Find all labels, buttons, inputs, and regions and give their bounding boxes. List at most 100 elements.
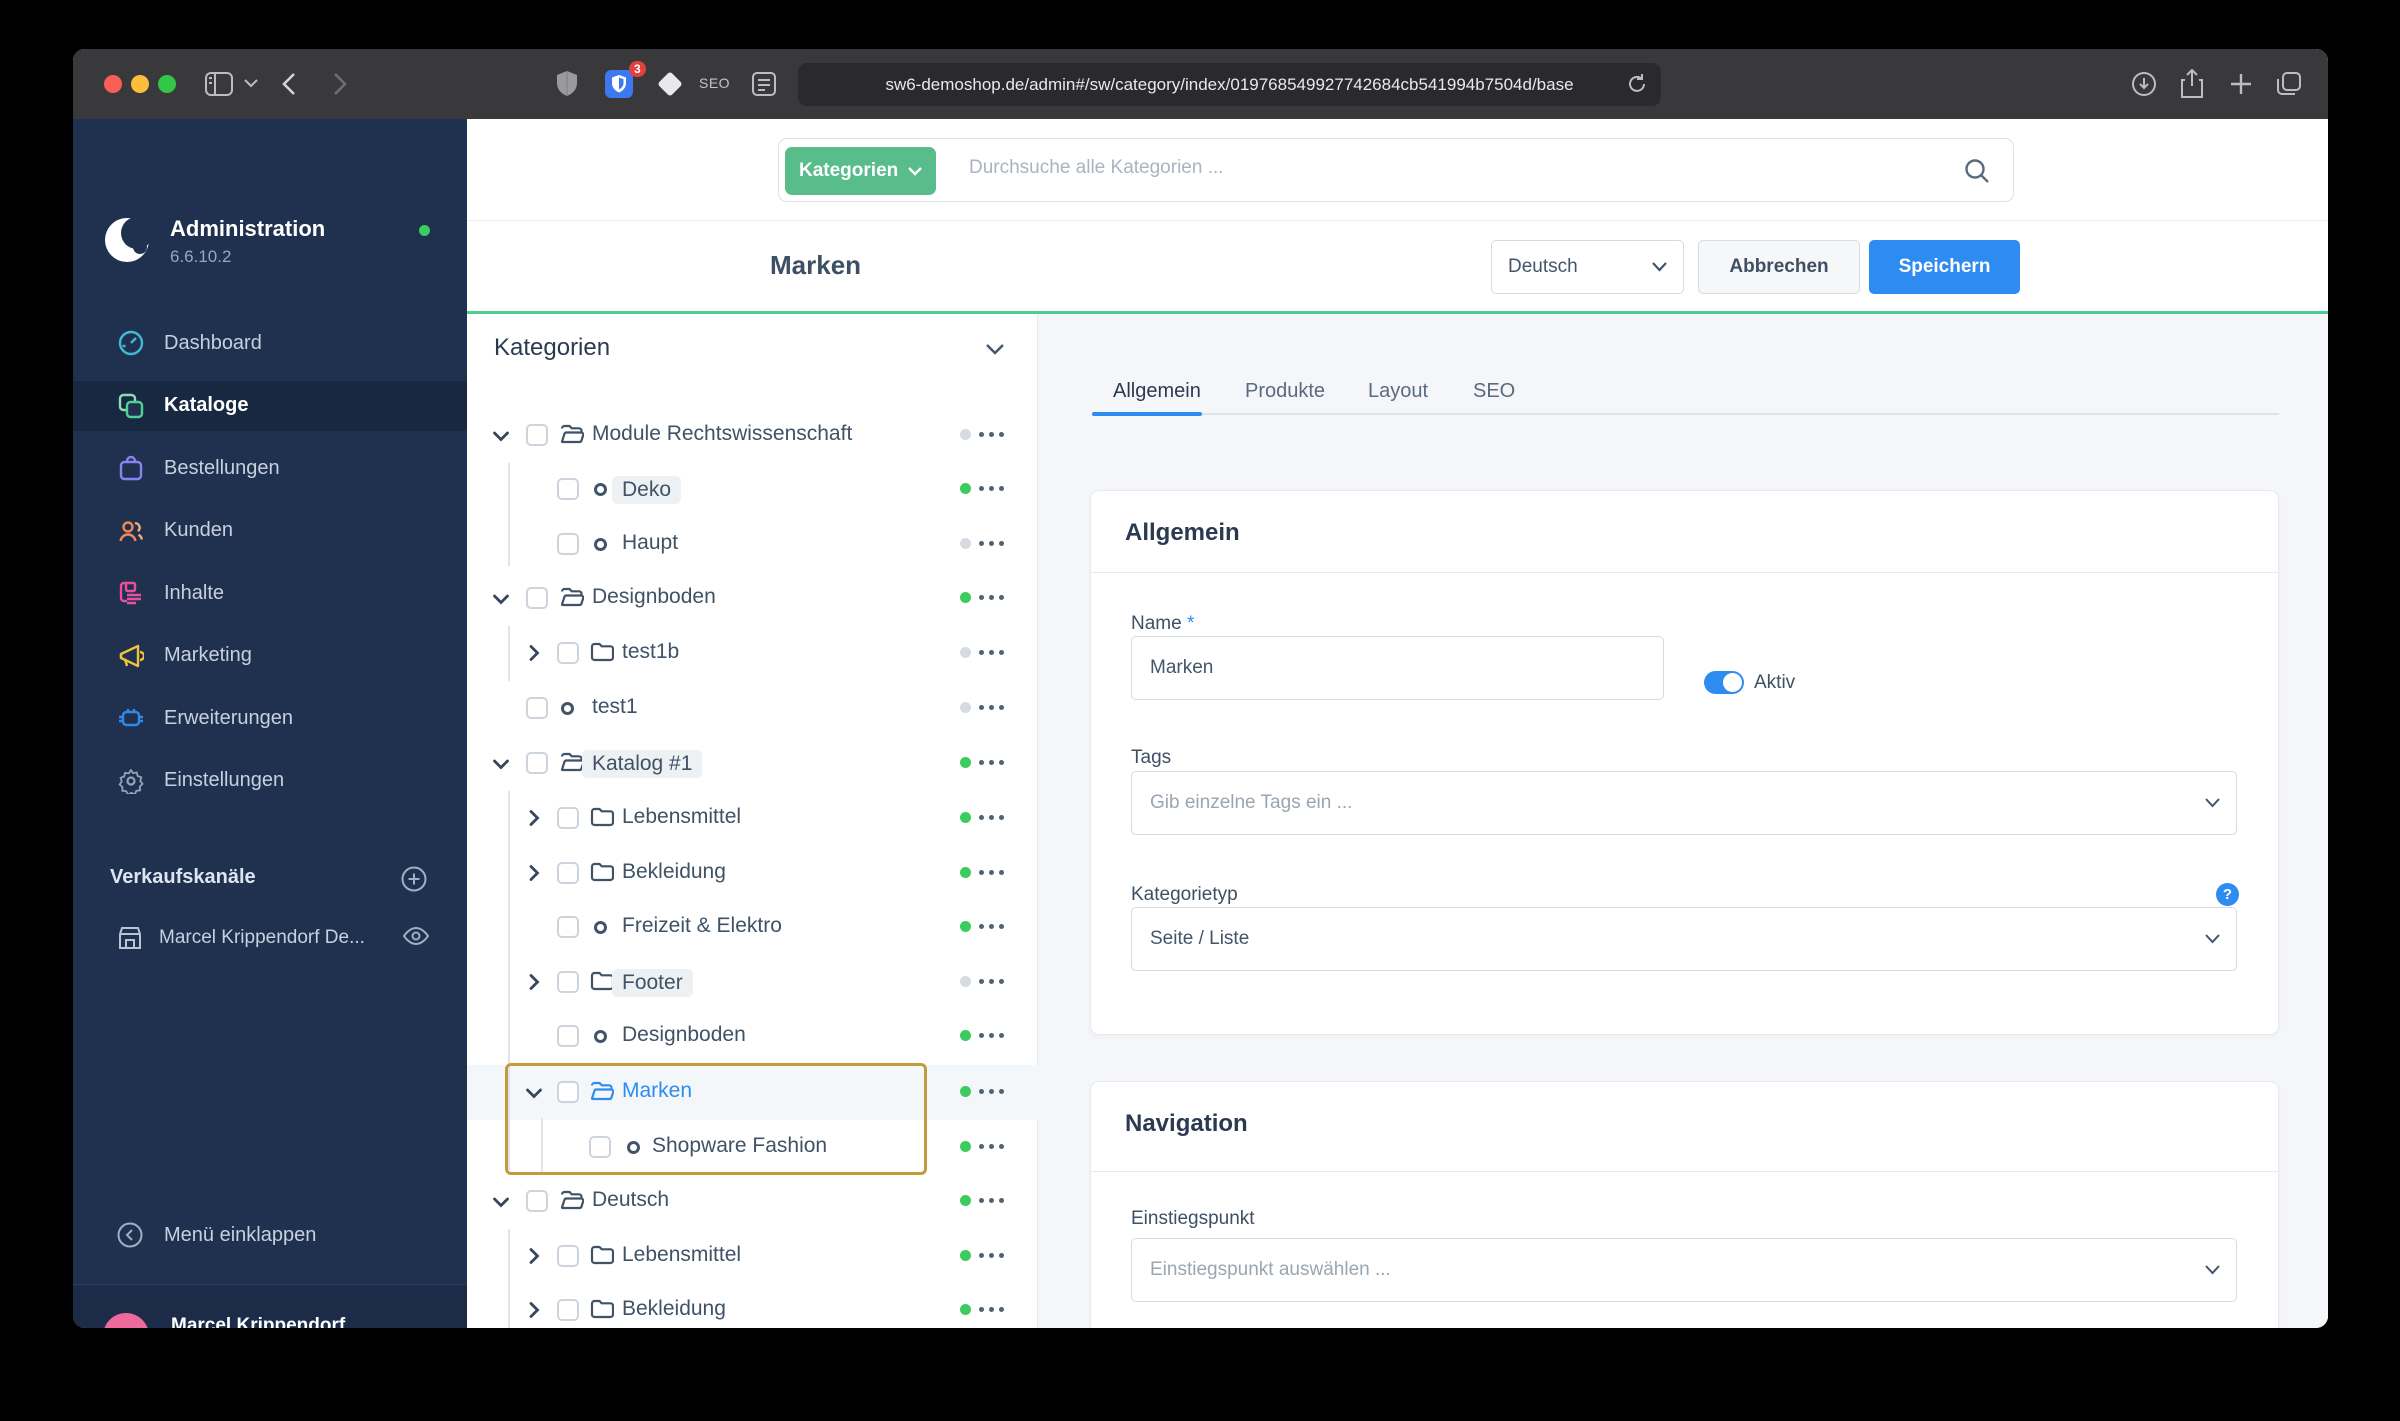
row-checkbox[interactable] bbox=[526, 1190, 548, 1212]
tab-layout[interactable]: Layout bbox=[1368, 380, 1428, 403]
language-select[interactable]: Deutsch bbox=[1491, 240, 1684, 294]
sidebar-item-einstellungen[interactable]: Einstellungen bbox=[73, 756, 467, 806]
tree-row[interactable]: Katalog #1 bbox=[467, 736, 1038, 790]
user-area[interactable]: MK Marcel Krippendorf Administrator bbox=[73, 1284, 467, 1328]
tree-row[interactable]: Bekleidung bbox=[467, 846, 1038, 900]
tab-allgemein[interactable]: Allgemein bbox=[1113, 380, 1201, 403]
tree-row[interactable]: Freizeit & Elektro bbox=[467, 900, 1038, 954]
chevron-down-icon[interactable] bbox=[493, 759, 509, 770]
global-search-input[interactable]: Kategorien Durchsuche alle Kategorien ..… bbox=[778, 138, 2014, 202]
tree-row[interactable]: Designboden bbox=[467, 571, 1038, 625]
category-label[interactable]: Haupt bbox=[622, 531, 678, 555]
tab-overview-icon[interactable] bbox=[2276, 71, 2302, 97]
row-checkbox[interactable] bbox=[557, 1245, 579, 1267]
sidebar-toggle-icon[interactable] bbox=[204, 70, 234, 98]
sidebar-dropdown-chevron-icon[interactable] bbox=[244, 79, 258, 88]
downloads-icon[interactable] bbox=[2131, 71, 2157, 97]
context-menu-icon[interactable] bbox=[979, 541, 1019, 546]
context-menu-icon[interactable] bbox=[979, 705, 1019, 710]
chevron-right-icon[interactable] bbox=[529, 865, 540, 881]
stack-extension-icon[interactable] bbox=[656, 70, 684, 98]
context-menu-icon[interactable] bbox=[979, 595, 1019, 600]
category-label[interactable]: Lebensmittel bbox=[622, 805, 741, 829]
collapse-menu-icon[interactable] bbox=[117, 1222, 143, 1248]
chevron-down-icon[interactable] bbox=[493, 1197, 509, 1208]
category-label[interactable]: test1 bbox=[592, 695, 638, 719]
context-menu-icon[interactable] bbox=[979, 815, 1019, 820]
context-menu-icon[interactable] bbox=[979, 486, 1019, 491]
row-checkbox[interactable] bbox=[557, 642, 579, 664]
help-badge-icon[interactable]: ? bbox=[2216, 883, 2239, 906]
collapse-menu-label[interactable]: Menü einklappen bbox=[164, 1224, 316, 1247]
tree-row[interactable]: test1 bbox=[467, 681, 1038, 735]
chevron-right-icon[interactable] bbox=[529, 974, 540, 990]
sidebar-item-kataloge[interactable]: Kataloge bbox=[73, 380, 467, 431]
reader-mode-icon[interactable] bbox=[751, 71, 777, 97]
context-menu-icon[interactable] bbox=[979, 1307, 1019, 1312]
tree-row[interactable]: Lebensmittel bbox=[467, 1229, 1038, 1283]
tree-row[interactable]: test1b bbox=[467, 626, 1038, 680]
category-label[interactable]: Deko bbox=[612, 476, 682, 504]
context-menu-icon[interactable] bbox=[979, 1033, 1019, 1038]
password-shield-extension-icon[interactable] bbox=[605, 69, 633, 99]
eye-icon[interactable] bbox=[403, 927, 429, 945]
context-menu-icon[interactable] bbox=[979, 979, 1019, 984]
category-label[interactable]: Bekleidung bbox=[622, 860, 726, 884]
category-label[interactable]: Footer bbox=[612, 969, 693, 997]
sales-channel-item[interactable]: Marcel Krippendorf De... bbox=[159, 927, 365, 949]
search-icon[interactable] bbox=[1963, 157, 1991, 185]
sidebar-item-erweiterungen[interactable]: Erweiterungen bbox=[73, 693, 467, 743]
category-label[interactable]: Bekleidung bbox=[622, 1297, 726, 1321]
row-checkbox[interactable] bbox=[557, 1025, 579, 1047]
sidebar-item-marketing[interactable]: Marketing bbox=[73, 631, 467, 681]
tree-row[interactable]: Designboden bbox=[467, 1009, 1038, 1063]
tree-row[interactable]: Lebensmittel bbox=[467, 791, 1038, 845]
context-menu-icon[interactable] bbox=[979, 760, 1019, 765]
context-menu-icon[interactable] bbox=[979, 870, 1019, 875]
tab-produkte[interactable]: Produkte bbox=[1245, 380, 1325, 403]
collapse-tree-chevron-icon[interactable] bbox=[986, 344, 1004, 355]
chevron-right-icon[interactable] bbox=[529, 1248, 540, 1264]
minimize-window-button[interactable] bbox=[131, 75, 149, 93]
tags-input[interactable]: Gib einzelne Tags ein ... bbox=[1131, 771, 2237, 835]
category-label[interactable]: Designboden bbox=[592, 585, 716, 609]
chevron-down-icon[interactable] bbox=[493, 594, 509, 605]
url-bar[interactable]: sw6-demoshop.de/admin#/sw/category/index… bbox=[798, 63, 1661, 106]
row-checkbox[interactable] bbox=[557, 862, 579, 884]
context-menu-icon[interactable] bbox=[979, 1198, 1019, 1203]
maximize-window-button[interactable] bbox=[158, 75, 176, 93]
entry-point-select[interactable]: Einstiegspunkt auswählen ... bbox=[1131, 1238, 2237, 1302]
cancel-button[interactable]: Abbrechen bbox=[1698, 240, 1860, 294]
sidebar-item-dashboard[interactable]: Dashboard bbox=[73, 318, 467, 368]
chevron-right-icon[interactable] bbox=[529, 1302, 540, 1318]
category-type-select[interactable]: Seite / Liste bbox=[1131, 907, 2237, 971]
chevron-right-icon[interactable] bbox=[529, 810, 540, 826]
search-entity-badge[interactable]: Kategorien bbox=[785, 147, 937, 195]
sidebar-item-kunden[interactable]: Kunden bbox=[73, 506, 467, 556]
tree-row[interactable]: Module Rechtswissenschaft bbox=[467, 408, 1038, 462]
row-checkbox[interactable] bbox=[557, 533, 579, 555]
sidebar-item-bestellungen[interactable]: Bestellungen bbox=[73, 443, 467, 493]
row-checkbox[interactable] bbox=[557, 916, 579, 938]
row-checkbox[interactable] bbox=[526, 752, 548, 774]
seo-extension-icon[interactable]: SEO bbox=[699, 75, 730, 91]
active-toggle[interactable] bbox=[1704, 671, 1744, 694]
context-menu-icon[interactable] bbox=[979, 432, 1019, 437]
forward-icon[interactable] bbox=[333, 72, 347, 96]
category-label[interactable]: test1b bbox=[622, 640, 679, 664]
add-sales-channel-icon[interactable] bbox=[401, 866, 427, 892]
context-menu-icon[interactable] bbox=[979, 1253, 1019, 1258]
name-input[interactable]: Marken bbox=[1131, 636, 1664, 700]
share-icon[interactable] bbox=[2180, 69, 2204, 99]
row-checkbox[interactable] bbox=[557, 971, 579, 993]
tree-row[interactable]: Haupt bbox=[467, 517, 1038, 571]
chevron-right-icon[interactable] bbox=[529, 645, 540, 661]
tab-seo[interactable]: SEO bbox=[1473, 380, 1515, 403]
tree-row[interactable]: Deutsch bbox=[467, 1174, 1038, 1228]
reload-icon[interactable] bbox=[1627, 73, 1647, 95]
tree-row[interactable]: Deko bbox=[467, 462, 1038, 516]
save-button[interactable]: Speichern bbox=[1869, 240, 2020, 294]
context-menu-icon[interactable] bbox=[979, 650, 1019, 655]
row-checkbox[interactable] bbox=[526, 697, 548, 719]
context-menu-icon[interactable] bbox=[979, 1144, 1019, 1149]
